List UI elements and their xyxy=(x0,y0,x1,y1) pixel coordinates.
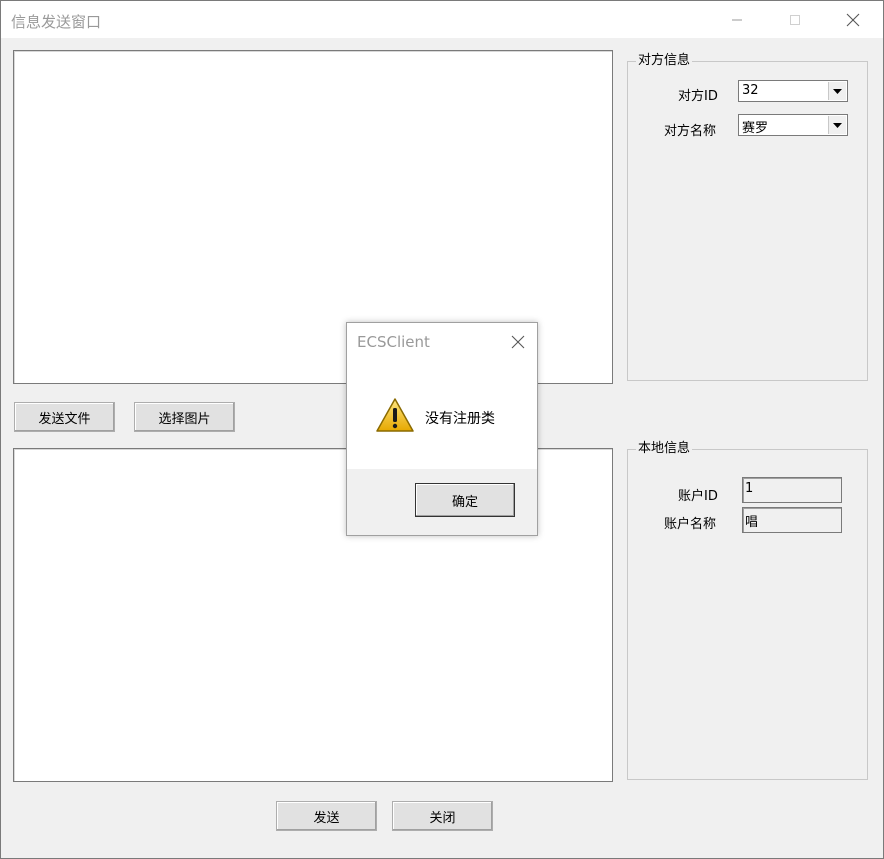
chevron-down-icon xyxy=(833,88,842,94)
send-button[interactable]: 发送 xyxy=(276,801,377,831)
peer-info-title: 对方信息 xyxy=(636,53,693,69)
ok-button[interactable]: 确定 xyxy=(415,483,515,517)
maximize-button[interactable] xyxy=(772,2,818,38)
account-name-value: 唱 xyxy=(745,515,759,530)
close-icon xyxy=(846,13,860,27)
peer-id-value: 32 xyxy=(742,83,759,98)
local-info-title: 本地信息 xyxy=(636,441,693,457)
account-id-field: 1 xyxy=(742,477,842,503)
peer-info-group: 对方信息 对方ID 32 对方名称 赛罗 xyxy=(627,53,868,381)
peer-id-combo[interactable]: 32 xyxy=(738,80,848,102)
window-title: 信息发送窗口 xyxy=(11,13,102,31)
account-id-label: 账户ID xyxy=(678,489,718,504)
local-info-group: 本地信息 账户ID 1 账户名称 唱 xyxy=(627,441,868,780)
send-file-button[interactable]: 发送文件 xyxy=(14,402,115,432)
account-id-value: 1 xyxy=(745,481,754,496)
peer-id-dropdown-button[interactable] xyxy=(828,82,846,100)
chevron-down-icon xyxy=(833,122,842,128)
close-icon xyxy=(511,335,525,349)
account-name-field: 唱 xyxy=(742,507,842,533)
maximize-icon xyxy=(790,15,800,25)
close-button[interactable] xyxy=(830,2,876,38)
dialog-footer: 确定 xyxy=(347,469,537,535)
peer-id-label: 对方ID xyxy=(678,89,718,104)
dialog-title: ECSClient xyxy=(357,333,430,351)
dialog-message: 没有注册类 xyxy=(425,411,495,427)
select-image-button[interactable]: 选择图片 xyxy=(134,402,235,432)
message-dialog: ECSClient 没有注册类 确定 xyxy=(346,322,538,536)
peer-name-value: 赛罗 xyxy=(742,121,769,136)
close-window-button[interactable]: 关闭 xyxy=(392,801,493,831)
minimize-icon xyxy=(732,19,742,21)
peer-name-dropdown-button[interactable] xyxy=(828,116,846,134)
peer-name-label: 对方名称 xyxy=(664,124,717,139)
title-bar[interactable]: 信息发送窗口 xyxy=(1,1,883,38)
peer-name-combo[interactable]: 赛罗 xyxy=(738,114,848,136)
dialog-close-button[interactable] xyxy=(507,331,529,353)
account-name-label: 账户名称 xyxy=(664,517,717,532)
minimize-button[interactable] xyxy=(714,2,760,38)
warning-icon xyxy=(376,398,414,432)
